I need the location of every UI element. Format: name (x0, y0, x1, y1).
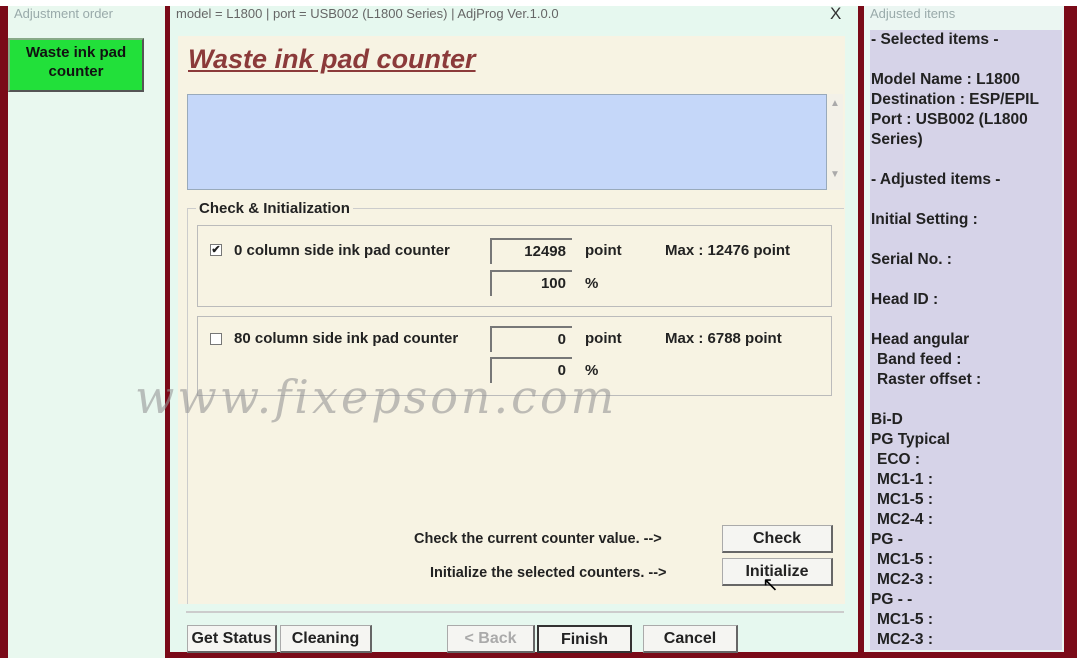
counter-0-percent-field: 100 (490, 270, 572, 296)
band-feed: Band feed : (877, 351, 962, 368)
point-unit: point (585, 242, 622, 259)
percent-unit: % (585, 275, 599, 292)
check-instruction: Check the current counter value. --> (414, 531, 662, 547)
counter-0-point-field: 12498 (490, 238, 572, 264)
bi-d: Bi-D (871, 411, 903, 428)
message-scrollbar[interactable]: ▲ ▼ (827, 94, 843, 190)
adjusted-items-list: - Selected items - Model Name : L1800 De… (870, 30, 1062, 650)
mc1-5: MC1-5 : (877, 611, 933, 628)
message-box (187, 94, 827, 190)
cancel-button[interactable]: Cancel (643, 625, 738, 653)
mc2-4: MC2-4 : (877, 511, 933, 528)
adjusted-items-heading: - Adjusted items - (871, 171, 1001, 188)
left-header: Adjustment order (14, 6, 113, 21)
watermark: www.fixepson.com (135, 370, 618, 424)
right-header: Adjusted items (870, 6, 956, 21)
group-label: Check & Initialization (196, 200, 353, 217)
close-icon[interactable]: X (830, 4, 841, 24)
point-unit: point (585, 330, 622, 347)
mc1-5: MC1-5 : (877, 551, 933, 568)
mouse-cursor-icon: ↖ (762, 574, 779, 596)
window-title: model = L1800 | port = USB002 (L1800 Ser… (176, 6, 559, 21)
pg-typical: PG Typical (871, 431, 950, 448)
selected-items-heading: - Selected items - (871, 31, 999, 48)
raster-offset: Raster offset : (877, 371, 982, 388)
counter-0-checkbox[interactable]: ✔ (210, 244, 222, 256)
counter-1-max: Max : 6788 point (665, 330, 782, 347)
initial-setting: Initial Setting : (871, 211, 978, 228)
port: Port : USB002 (L1800 (871, 111, 1028, 128)
counter-0-label: 0 column side ink pad counter (234, 242, 450, 259)
mc1-1: MC1-1 : (877, 471, 933, 488)
back-button[interactable]: < Back (447, 625, 535, 653)
model-name: Model Name : L1800 (871, 71, 1021, 88)
check-button[interactable]: Check (722, 525, 833, 553)
pg-minus-minus: PG - - (871, 591, 913, 608)
divider (186, 611, 844, 613)
scroll-down-icon[interactable]: ▼ (827, 169, 843, 180)
counter-1-point-field: 0 (490, 326, 572, 352)
cleaning-button[interactable]: Cleaning (280, 625, 372, 653)
counter-1-label: 80 column side ink pad counter (234, 330, 459, 347)
counter-0-max: Max : 12476 point (665, 242, 791, 259)
counter-1-checkbox[interactable] (210, 333, 222, 345)
pg-minus: PG - (871, 531, 903, 548)
eco: ECO : (877, 451, 921, 468)
head-angular: Head angular (871, 331, 970, 348)
head-id: Head ID : (871, 291, 939, 308)
initialize-instruction: Initialize the selected counters. --> (430, 565, 667, 581)
port-cont: Series) (871, 131, 923, 148)
finish-button[interactable]: Finish (537, 625, 632, 653)
mc2-3: MC2-3 : (877, 631, 933, 648)
mc2-3: MC2-3 : (877, 571, 933, 588)
sidebar-item-waste-ink-pad-counter[interactable]: Waste ink pad counter (8, 38, 144, 92)
destination: Destination : ESP/EPIL (871, 91, 1039, 108)
get-status-button[interactable]: Get Status (187, 625, 277, 653)
scroll-up-icon[interactable]: ▲ (827, 98, 843, 109)
mc1-5: MC1-5 : (877, 491, 933, 508)
adjustment-order-panel (8, 6, 165, 658)
serial-no: Serial No. : (871, 251, 952, 268)
page-title: Waste ink pad counter (188, 44, 476, 74)
